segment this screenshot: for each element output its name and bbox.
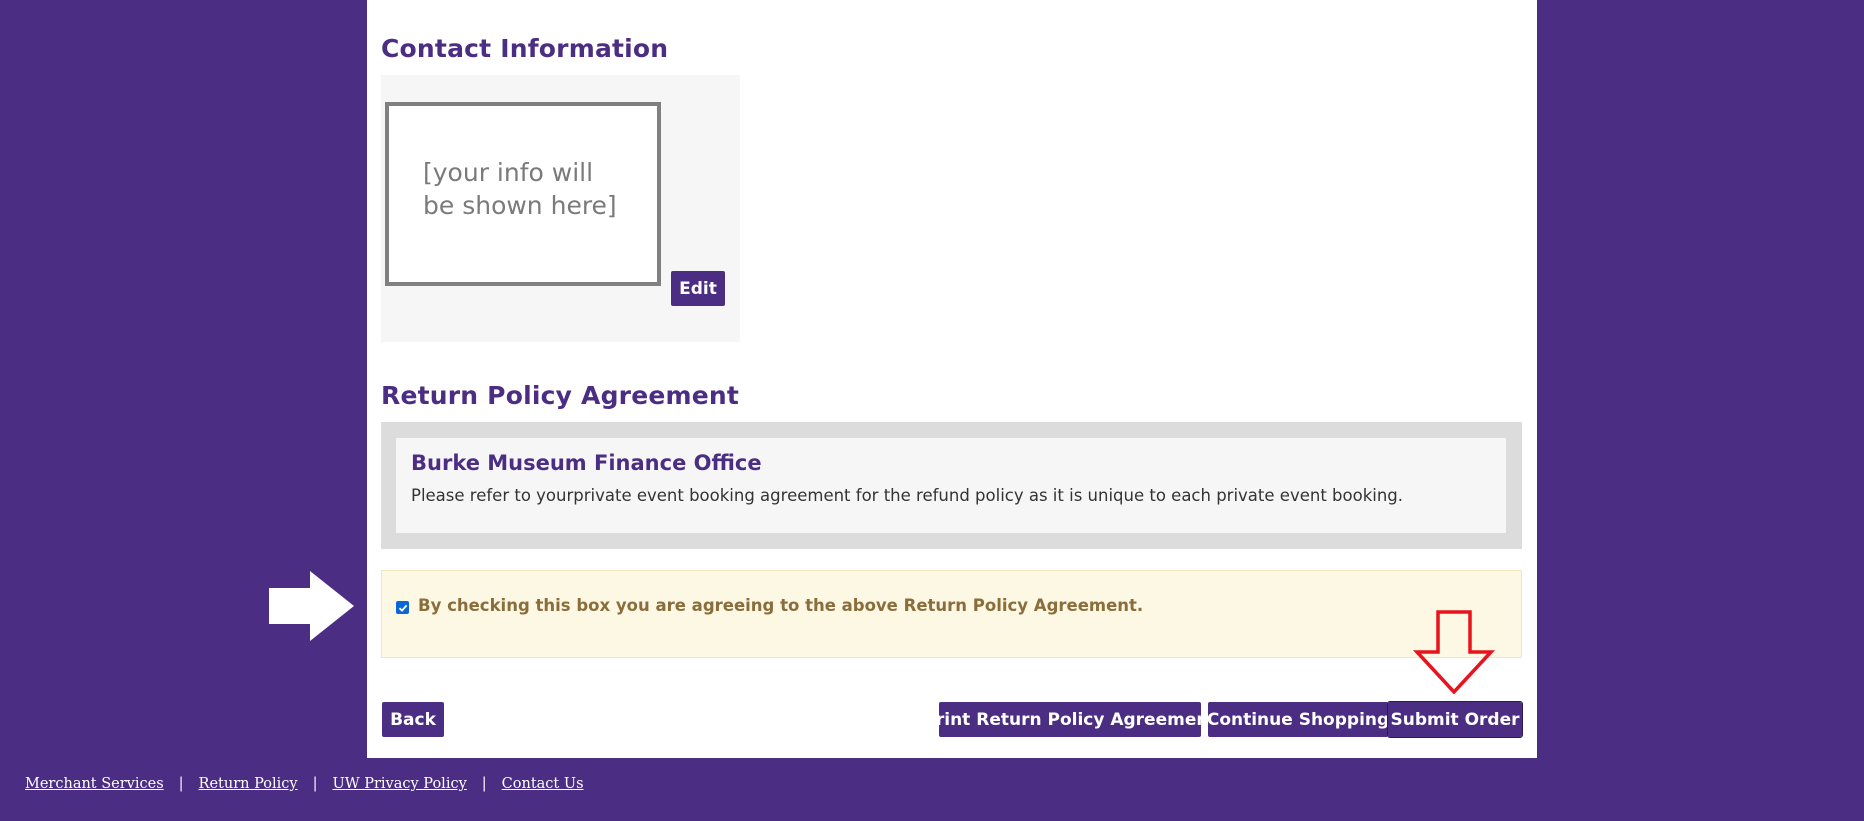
footer-link-privacy-policy[interactable]: UW Privacy Policy [332,776,466,792]
edit-contact-button[interactable]: Edit [671,271,725,306]
footer-separator: | [178,776,184,792]
continue-shopping-button[interactable]: Continue Shopping [1207,702,1389,737]
return-policy-panel: Burke Museum Finance Office Please refer… [381,422,1522,549]
contact-heading: Contact Information [381,34,669,63]
contact-info-frame: [your info will be shown here] [385,102,661,286]
print-return-policy-button[interactable]: Print Return Policy Agreement [923,702,1217,737]
arrow-right-icon [269,571,354,641]
footer-link-contact-us[interactable]: Contact Us [502,776,584,792]
agreement-box: By checking this box you are agreeing to… [381,570,1522,658]
policy-office-title: Burke Museum Finance Office [411,451,762,475]
arrow-down-icon [1413,610,1495,694]
main-panel: Contact Information [your info will be s… [367,0,1537,758]
agreement-label[interactable]: By checking this box you are agreeing to… [418,596,1143,615]
back-button[interactable]: Back [382,702,444,737]
return-policy-content: Burke Museum Finance Office Please refer… [396,438,1506,533]
contact-info-placeholder: [your info will be shown here] [423,158,617,220]
agreement-checkbox[interactable] [396,601,409,614]
contact-info-box: [your info will be shown here] Edit [381,75,740,342]
footer-separator: | [312,776,318,792]
footer-link-return-policy[interactable]: Return Policy [199,776,298,792]
footer-link-merchant-services[interactable]: Merchant Services [25,776,164,792]
policy-text: Please refer to yourprivate event bookin… [411,486,1404,505]
submit-order-button[interactable]: Submit Order [1387,701,1523,738]
footer-separator: | [481,776,487,792]
checkmark-icon [398,604,407,612]
footer-links: Merchant Services | Return Policy | UW P… [25,776,584,792]
return-policy-heading: Return Policy Agreement [381,381,740,410]
